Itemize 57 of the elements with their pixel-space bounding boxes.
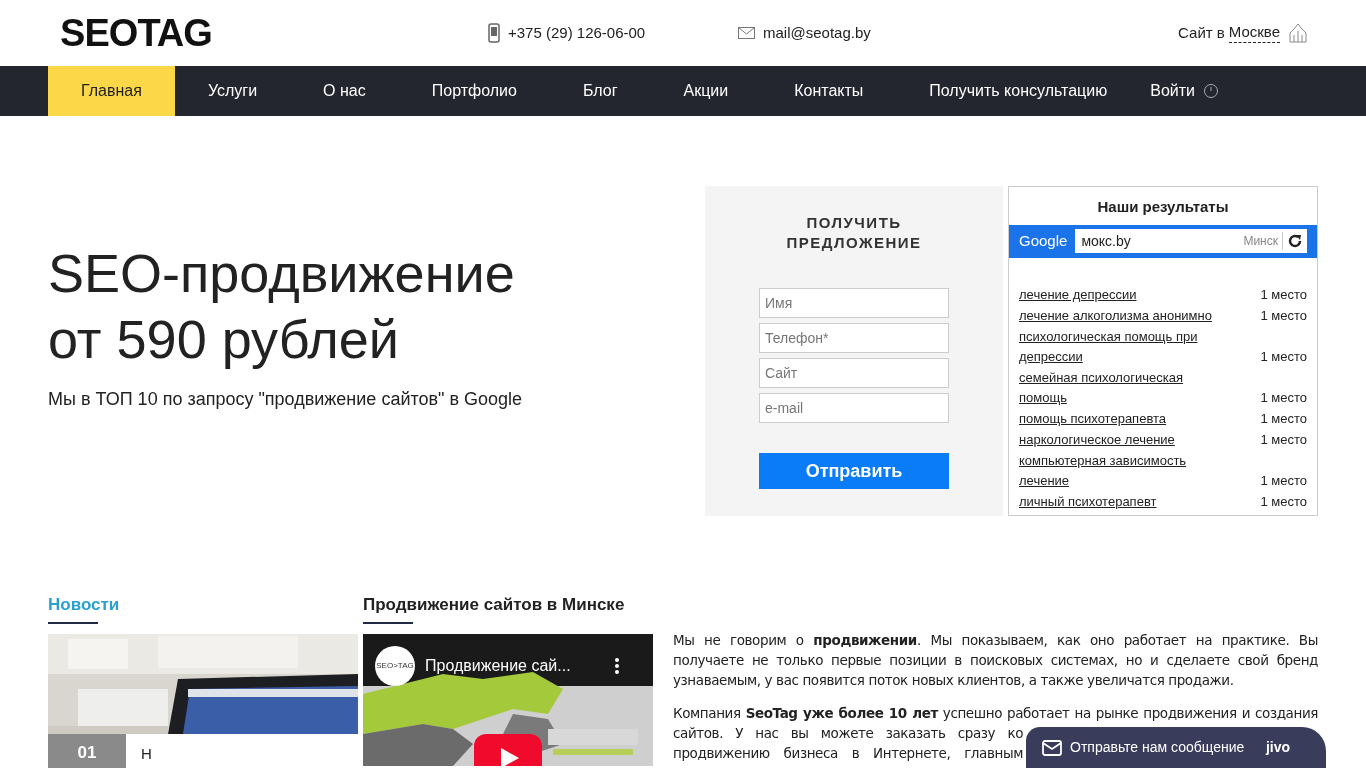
query-link[interactable]: лечение алкоголизма анонимно xyxy=(1019,305,1224,326)
city-link[interactable]: Москве xyxy=(1228,23,1280,43)
nav-tab[interactable]: Получить консультацию xyxy=(896,66,1141,116)
region-label: Минск xyxy=(1243,232,1283,250)
query-link[interactable]: личный психотерапевт xyxy=(1019,491,1224,512)
intro-paragraph: Мы не говорим о продвижении. Мы показываем, как оно работает на практике. Вы получаете не только первые позиции в поисковых системах, но и сделаете свой бренд узнаваемым, у вас появится поток новых клиентов, а также увеличатся продажи. xyxy=(673,631,1318,690)
paragraph-line: сайтов. У нас вы можете заказать сразу ко xyxy=(673,724,1023,743)
news-heading: Новости xyxy=(48,594,121,614)
phone-icon xyxy=(488,23,500,43)
input-field[interactable]: Имя xyxy=(759,288,949,318)
results-title: Наши результаты xyxy=(1096,197,1230,217)
hero-subtitle: Мы в ТОП 10 по запросу "продвижение сайтов" в Google xyxy=(48,388,524,411)
nav-tab[interactable]: Блог xyxy=(549,66,651,116)
position-label: 1 место xyxy=(1260,430,1307,449)
position-label: 1 место xyxy=(1260,471,1307,490)
video-title[interactable]: Продвижение сай... xyxy=(425,654,571,678)
building-icon xyxy=(1288,23,1308,43)
mail-icon xyxy=(738,27,755,39)
paragraph-line: продвижению бизнеса в Интернете, главным xyxy=(673,744,1023,763)
email-link[interactable]: mail@seotag.by xyxy=(763,21,871,45)
section-heading: Продвижение сайтов в Минске xyxy=(363,594,626,614)
nav-tab[interactable]: Главная xyxy=(48,66,175,116)
chat-label: Отправьте нам сообщение xyxy=(1070,738,1245,757)
refresh-icon[interactable] xyxy=(1287,233,1303,249)
nav-tab[interactable]: Контакты xyxy=(761,66,897,116)
chat-brand: jivo xyxy=(1265,738,1290,757)
query-link[interactable]: помощь психотерапевта xyxy=(1019,408,1224,429)
input-field[interactable]: Сайт xyxy=(759,358,949,388)
nav-tab[interactable]: Услуги xyxy=(174,66,291,116)
position-label: 1 место xyxy=(1260,306,1307,325)
news-headline[interactable]: Н xyxy=(141,746,152,768)
city-label: Сайт в xyxy=(1178,22,1225,43)
google-logo: Google xyxy=(1019,230,1068,251)
query-link[interactable]: лечение депрессии xyxy=(1019,284,1224,305)
site-logo[interactable]: SEOTAG xyxy=(60,14,488,52)
position-label: 1 место xyxy=(1260,285,1307,304)
hero-heading: SEO-продвижение от 590 рублей xyxy=(48,242,516,371)
news-date: 01 xyxy=(77,744,97,764)
phone-number: +375 (29) 126-06-00 xyxy=(508,22,646,43)
chat-widget[interactable]: Отправьте нам сообщение jivo xyxy=(1026,727,1326,768)
submit-button[interactable]: Отправить xyxy=(759,453,949,489)
mail-icon xyxy=(1042,739,1062,756)
search-field[interactable]: мокс.by Минск xyxy=(1075,229,1307,253)
paragraph-line: Компания SeoTag уже более 10 лет успешно работает на рынке продвижения и создания xyxy=(673,704,1318,723)
login-button[interactable]: Войти xyxy=(1140,66,1229,116)
position-label: 1 место xyxy=(1260,347,1307,366)
input-field[interactable]: Телефон* xyxy=(759,323,949,353)
query-link[interactable]: наркологическое лечение xyxy=(1019,429,1224,450)
position-label: 1 место xyxy=(1260,492,1307,511)
nav-tab[interactable]: Акции xyxy=(650,66,762,116)
more-icon[interactable] xyxy=(615,658,619,674)
input-field[interactable]: e-mail xyxy=(759,393,949,423)
position-label: 1 место xyxy=(1260,409,1307,428)
form-title: ПОЛУЧИТЬ ПРЕДЛОЖЕНИЕ xyxy=(785,213,923,253)
nav-tab[interactable]: О нас xyxy=(290,66,399,116)
nav-tab[interactable]: Портфолио xyxy=(398,66,550,116)
position-label: 1 место xyxy=(1260,388,1307,407)
